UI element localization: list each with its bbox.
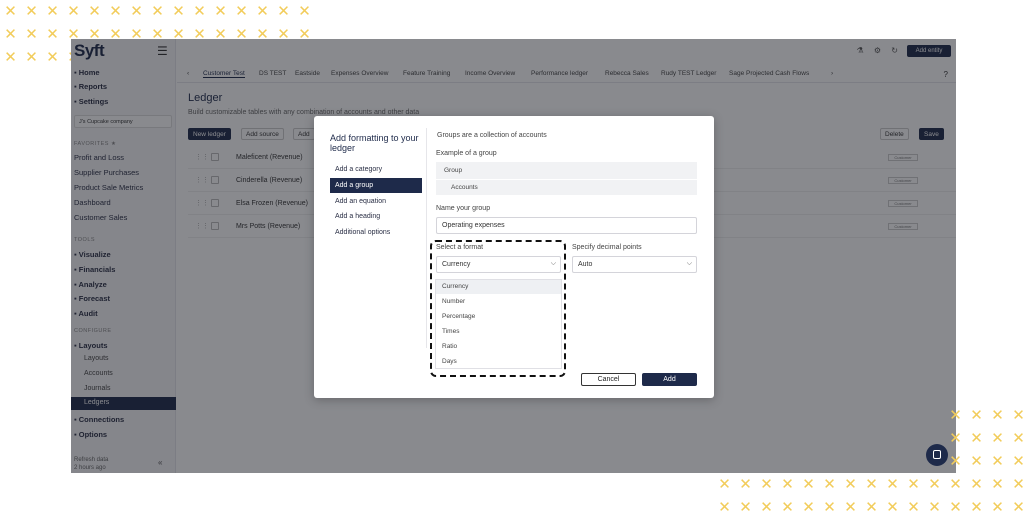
cancel-button[interactable]: Cancel xyxy=(581,373,636,386)
nav-add-group[interactable]: Add a group xyxy=(330,178,422,193)
example-accounts: Accounts xyxy=(451,184,478,191)
group-name-input[interactable]: Operating expenses xyxy=(436,217,697,234)
example-group: Group xyxy=(444,167,463,174)
nav-add-category[interactable]: Add a category xyxy=(330,162,422,177)
add-group-button[interactable]: Add xyxy=(642,373,697,386)
modal-title: Add formatting to your ledger xyxy=(330,133,419,153)
nav-add-equation[interactable]: Add an equation xyxy=(330,194,422,209)
highlight-outline xyxy=(430,240,566,377)
nav-add-heading[interactable]: Add a heading xyxy=(330,209,422,224)
decorative-crosses-bottom-right: ✕ ✕ ✕ ✕ ✕ ✕ ✕ ✕ ✕ ✕ ✕ ✕ ✕ ✕ ✕ ✕ ✕ ✕ ✕ ✕ ✕ ✕ ✕ ✕ ✕ ✕ ✕ ✕ ✕ ✕ ✕ ✕ ✕ ✕ ✕ ✕… xyxy=(718,406,1025,512)
name-group-label: Name your group xyxy=(436,205,491,212)
modal-divider xyxy=(426,128,427,348)
decimal-label: Specify decimal points xyxy=(572,244,642,251)
example-group-box: Group Accounts xyxy=(436,162,697,195)
decimal-select[interactable]: Auto ⌵ xyxy=(572,256,697,273)
chevron-down-icon: ⌵ xyxy=(686,260,692,267)
page: ✕✕✕✕✕✕✕✕✕✕✕✕✕✕✕ ✕✕✕✕✕✕✕✕✕✕✕✕✕✕✕ ✕✕✕✕ Syf… xyxy=(0,0,1027,512)
nav-additional-options[interactable]: Additional options xyxy=(330,225,422,240)
example-label: Example of a group xyxy=(436,150,497,157)
group-intro: Groups are a collection of accounts xyxy=(437,132,547,139)
